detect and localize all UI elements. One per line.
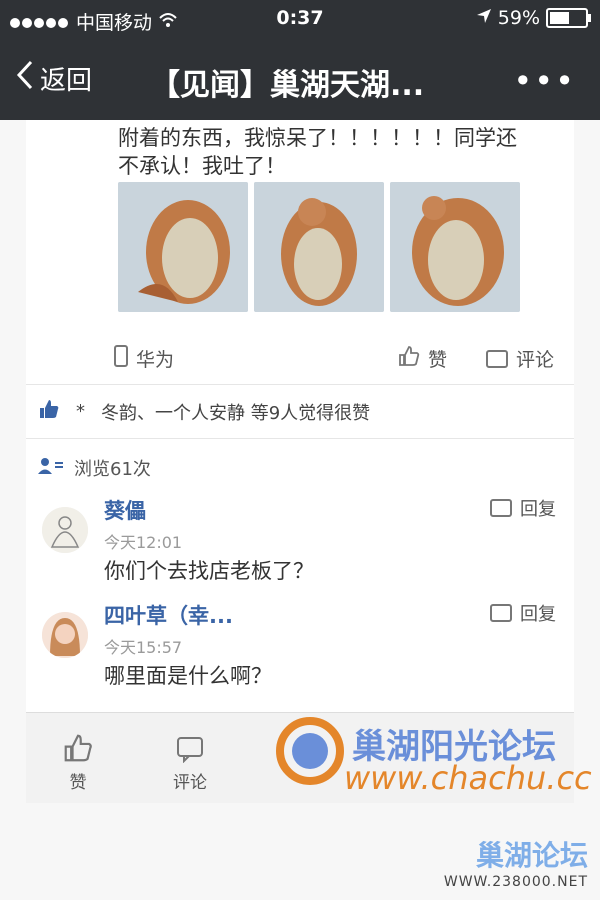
back-button[interactable]: 返回 [16,60,92,97]
forum-logo-icon [276,717,344,789]
comment-text: 你们个去找店老板了？ [104,559,314,583]
comment-icon [490,499,512,517]
views-icon [38,457,64,480]
battery-icon [546,8,591,28]
post-text: 附着的东西，我惊呆了！！！！！！同学还 不承认！我吐了！ [118,124,548,180]
comment-item: 四叶草（幸... 今天15:57 哪里面是什么啊？ 回复 [26,600,574,700]
status-right: 59% [476,7,591,29]
comment-icon [486,349,508,368]
likes-star: * [76,401,85,422]
device-label: 华为 [136,349,175,371]
comment-item: 葵儡 今天12:01 你们个去找店老板了？ 回复 [26,495,574,595]
navigation-bar: 返回 【见闻】巢湖天湖... ••• [0,38,600,120]
status-bar: 中国移动 0:37 59% [0,0,600,38]
thumbs-up-icon [38,398,60,425]
likes-summary[interactable]: * 冬韵、一个人安静 等9人觉得很赞 [38,398,370,425]
location-arrow-icon [476,7,492,29]
views-count: 浏览61次 [38,455,151,481]
divider [26,384,574,385]
comment-author[interactable]: 四叶草（幸... [104,600,233,630]
post-photo[interactable] [390,182,520,312]
forum-watermark: 巢湖阳光论坛 www.chachu.cc [270,715,600,805]
post-photo[interactable] [254,182,384,312]
bottom-comment-label: 评论 [173,773,207,793]
post-detail: 附着的东西，我惊呆了！！！！！！同学还 不承认！我吐了！ 华为 赞 评论 * 冬… [26,120,574,730]
bottom-like-label: 赞 [69,773,87,793]
views-text: 浏览61次 [74,459,151,480]
comment-label: 评论 [516,349,555,371]
reply-button[interactable]: 回复 [490,495,556,521]
more-button[interactable]: ••• [513,62,576,100]
divider [26,438,574,439]
forum-url: www.chachu.cc [344,759,592,797]
comment-time: 今天12:01 [104,533,183,552]
comment-button[interactable]: 评论 [486,345,554,372]
comment-time: 今天15:57 [104,638,183,657]
thumbs-up-icon [48,733,108,768]
like-label: 赞 [428,349,448,371]
corner-forum-name: 巢湖论坛 [475,839,588,872]
comment-icon [160,733,220,768]
comment-text: 哪里面是什么啊？ [104,664,272,688]
battery-percent: 59% [497,7,540,29]
post-text-line-1: 附着的东西，我惊呆了！！！！！！同学还 [118,126,517,150]
back-label: 返回 [40,66,93,96]
comment-icon [490,604,512,622]
reply-label: 回复 [520,499,556,520]
avatar[interactable] [42,612,88,658]
bottom-like-button[interactable]: 赞 [48,733,108,793]
thumbs-up-icon [398,345,420,372]
corner-forum-url: WWW.238000.NET [443,874,588,890]
page-title: 【见闻】巢湖天湖... [150,68,425,103]
post-photo[interactable] [118,182,248,312]
battery-fill [550,12,569,24]
likes-text: 冬韵、一个人安静 等9人觉得很赞 [101,402,371,424]
reply-button[interactable]: 回复 [490,600,556,626]
avatar[interactable] [42,507,88,553]
bottom-comment-button[interactable]: 评论 [160,733,220,793]
like-button[interactable]: 赞 [398,345,447,372]
reply-label: 回复 [520,604,556,625]
device-info: 华为 [114,345,174,372]
post-text-line-2: 不承认！我吐了！ [118,154,286,178]
post-meta-row: 华为 赞 评论 [114,345,564,375]
comment-author[interactable]: 葵儡 [104,495,146,525]
corner-watermark: 巢湖论坛 WWW.238000.NET [444,834,588,890]
phone-icon [114,345,128,372]
chevron-left-icon [16,60,34,97]
